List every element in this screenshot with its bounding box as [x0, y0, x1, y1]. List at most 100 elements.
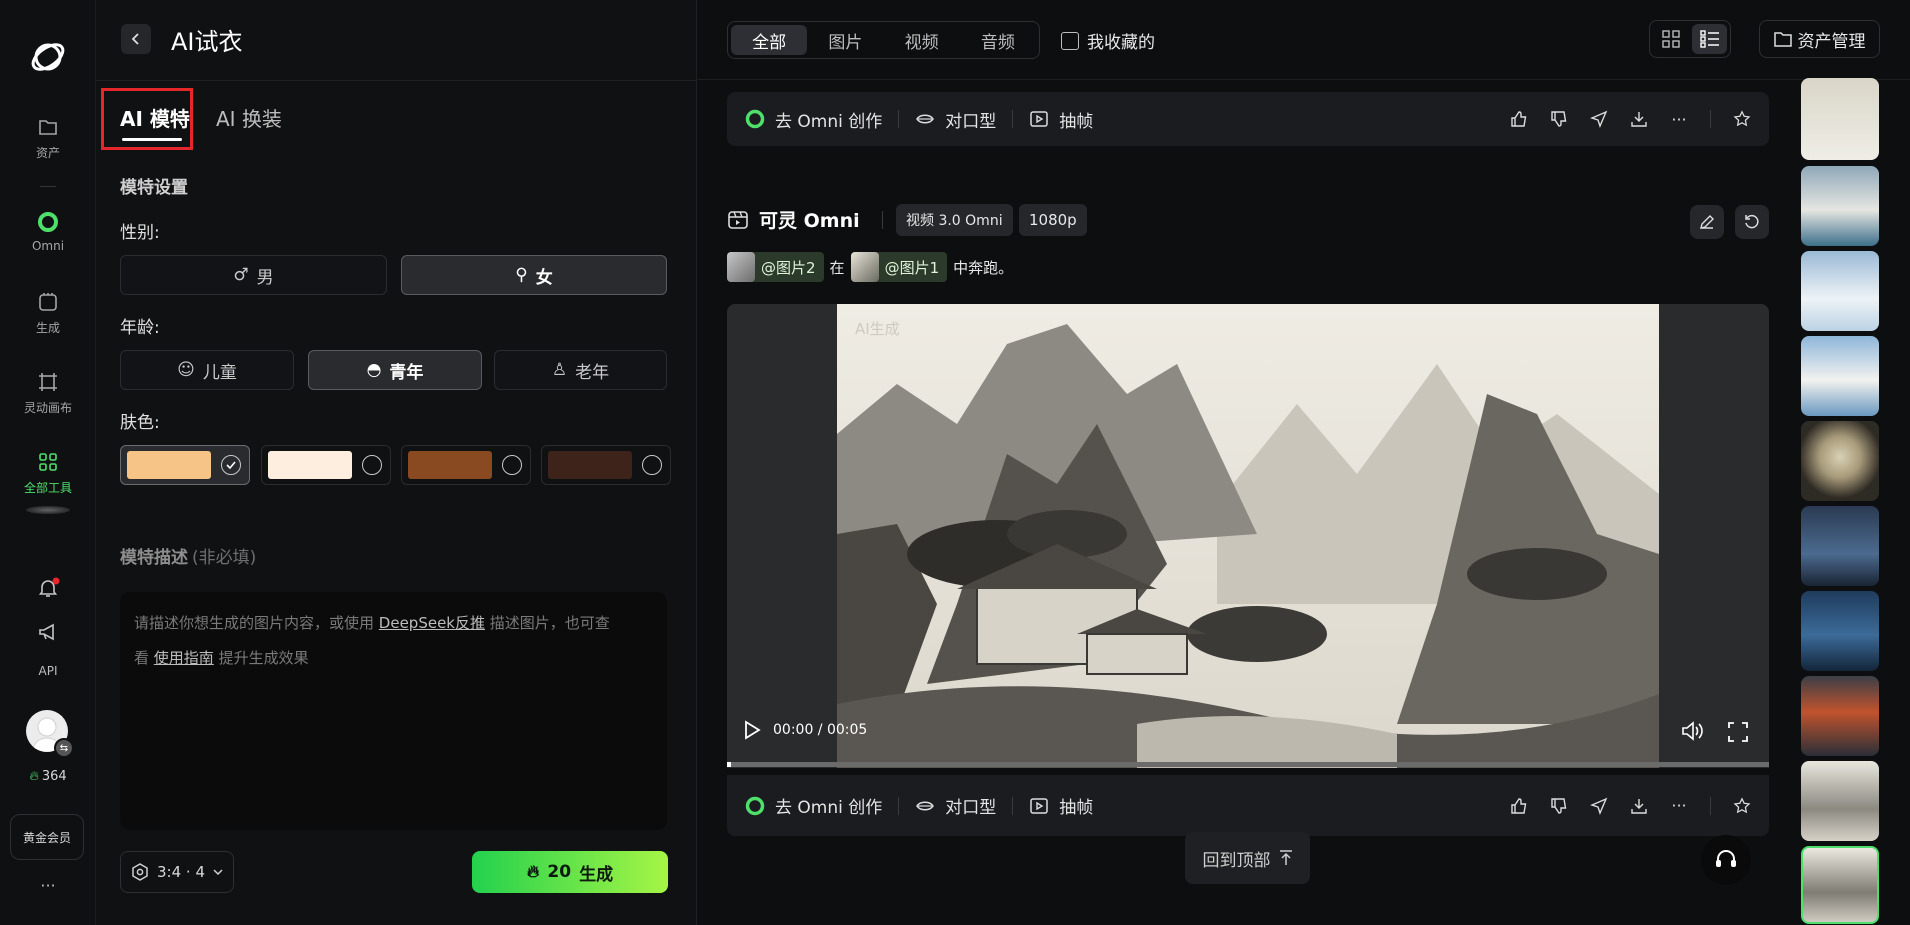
to-omni-button[interactable]: 去 Omni 创作 [745, 793, 882, 818]
skin-swatch [268, 451, 352, 479]
volume-icon[interactable] [1681, 720, 1705, 742]
thumbnail[interactable] [1801, 761, 1879, 841]
rail-item-canvas[interactable]: 灵动画布 [0, 370, 96, 416]
age-elder-button[interactable]: ♙ 老年 [494, 350, 667, 390]
to-omni-button[interactable]: 去 Omni 创作 [745, 107, 882, 132]
thumbs-down-icon[interactable] [1550, 110, 1568, 128]
bell-icon[interactable] [36, 576, 60, 600]
guide-link[interactable]: 使用指南 [154, 649, 214, 667]
thumbnail[interactable] [1801, 78, 1879, 160]
thumbnail[interactable] [1801, 251, 1879, 331]
model-name: 可灵 Omni [759, 210, 860, 232]
ref-chip-image2[interactable]: @图片2 [727, 252, 824, 282]
more-icon[interactable]: ··· [1670, 796, 1688, 815]
gender-male-button[interactable]: ♂ 男 [120, 255, 387, 295]
credits-value: 364 [41, 769, 67, 784]
video-progress-bar[interactable] [727, 762, 1769, 767]
tab-video[interactable]: 视频 [884, 25, 960, 55]
age-child-button[interactable]: ☺ 儿童 [120, 350, 294, 390]
rail-item-omni[interactable]: Omni [0, 210, 96, 253]
action-label: 抽帧 [1059, 111, 1094, 132]
tab-audio[interactable]: 音频 [960, 25, 1036, 55]
tab-all[interactable]: 全部 [731, 25, 808, 55]
age-youth-button[interactable]: ◓ 青年 [308, 350, 482, 390]
star-icon[interactable] [1733, 796, 1751, 815]
watermark: AI生成 [855, 320, 900, 338]
app-logo-icon[interactable] [27, 36, 69, 78]
lipsync-button[interactable]: 对口型 [915, 107, 996, 132]
video-time: 00:00 / 00:05 [773, 722, 868, 738]
lipsync-button[interactable]: 对口型 [915, 793, 996, 818]
share-icon[interactable] [1590, 797, 1608, 815]
video-player[interactable]: AI生成 00:00 / 00:05 [727, 304, 1769, 768]
deepseek-link[interactable]: DeepSeek反推 [379, 614, 485, 632]
switch-account-icon[interactable]: ⇆ [54, 738, 74, 758]
thumbs-up-icon[interactable] [1510, 797, 1528, 815]
back-button[interactable] [121, 24, 151, 54]
omni-ring-icon [745, 796, 765, 815]
star-icon[interactable] [1733, 110, 1751, 128]
desc-textarea[interactable]: 请描述你想生成的图片内容，或使用 DeepSeek反推 描述图片，也可查 看 使… [120, 592, 667, 830]
regenerate-button[interactable] [1735, 205, 1769, 239]
gender-female-button[interactable]: ⚲ 女 [401, 255, 667, 295]
megaphone-icon[interactable] [36, 620, 60, 644]
back-to-top-button[interactable]: 回到顶部 [1185, 832, 1310, 884]
checkbox[interactable] [1061, 31, 1079, 50]
prompt-line: @图片2 在 @图片1 中奔跑。 [727, 252, 1013, 282]
thumbs-up-icon[interactable] [1510, 110, 1528, 128]
tab-ai-outfit[interactable]: AI 换装 [216, 103, 282, 132]
thumbnail[interactable] [1801, 506, 1879, 586]
list-view-icon[interactable] [1692, 24, 1727, 54]
play-icon[interactable] [743, 720, 761, 740]
thumbnail-selected[interactable] [1801, 846, 1879, 924]
favorites-label: 我收藏的 [1087, 33, 1155, 53]
edit-button[interactable] [1690, 205, 1724, 239]
section-title: 模特设置 [120, 178, 188, 198]
flame-icon: 🔥︎ [29, 769, 39, 784]
rail-item-generate[interactable]: 生成 [0, 290, 96, 336]
download-icon[interactable] [1630, 797, 1648, 815]
ref-chip-image1[interactable]: @图片1 [850, 252, 948, 282]
prompt-text: 在 [829, 258, 845, 277]
refresh-icon [1745, 214, 1759, 229]
extract-frame-button[interactable]: 抽帧 [1029, 793, 1093, 818]
generate-button[interactable]: 🔥︎ 20 生成 [472, 851, 668, 893]
back-to-top-label: 回到顶部 [1202, 850, 1271, 871]
ratio-select[interactable]: 3:4 · 4 [120, 851, 234, 893]
video-progress-fill [727, 762, 731, 767]
tab-ai-model[interactable]: AI 模特 [120, 103, 190, 132]
share-icon[interactable] [1590, 110, 1608, 128]
thumbnail[interactable] [1801, 591, 1879, 671]
more-icon[interactable]: ··· [1670, 110, 1688, 129]
folder-icon [1773, 32, 1792, 47]
rail-item-assets[interactable]: 资产 [0, 115, 96, 161]
membership-button[interactable]: 黄金会员 [10, 814, 84, 860]
skin-option-tan[interactable] [401, 445, 531, 485]
skin-option-light[interactable] [120, 445, 250, 485]
chevron-left-icon [131, 33, 139, 45]
separator [1012, 796, 1014, 815]
frame-icon [1030, 111, 1048, 127]
grid-view-icon[interactable] [1653, 24, 1688, 54]
fullscreen-icon[interactable] [1727, 721, 1749, 743]
download-icon[interactable] [1630, 110, 1648, 128]
checked-icon [221, 455, 241, 475]
thumbnail[interactable] [1801, 166, 1879, 246]
more-menu[interactable]: ··· [0, 876, 96, 895]
skin-option-dark[interactable] [541, 445, 671, 485]
skin-option-fair[interactable] [261, 445, 391, 485]
thumbnail[interactable] [1801, 676, 1879, 756]
separator [1710, 110, 1711, 128]
support-button[interactable] [1701, 835, 1751, 885]
thumbs-down-icon[interactable] [1550, 797, 1568, 815]
favorites-filter[interactable]: 我收藏的 [1061, 28, 1155, 53]
thumbnail[interactable] [1801, 336, 1879, 416]
rail-item-all-tools[interactable]: 全部工具 [0, 450, 96, 496]
task-header: 可灵 Omni [727, 206, 895, 233]
tab-image[interactable]: 图片 [807, 25, 883, 55]
thumbnail[interactable] [1801, 421, 1879, 501]
asset-manage-button[interactable]: 资产管理 [1759, 20, 1880, 58]
separator [898, 796, 900, 815]
extract-frame-button[interactable]: 抽帧 [1029, 107, 1093, 132]
api-link[interactable]: API [0, 664, 96, 678]
